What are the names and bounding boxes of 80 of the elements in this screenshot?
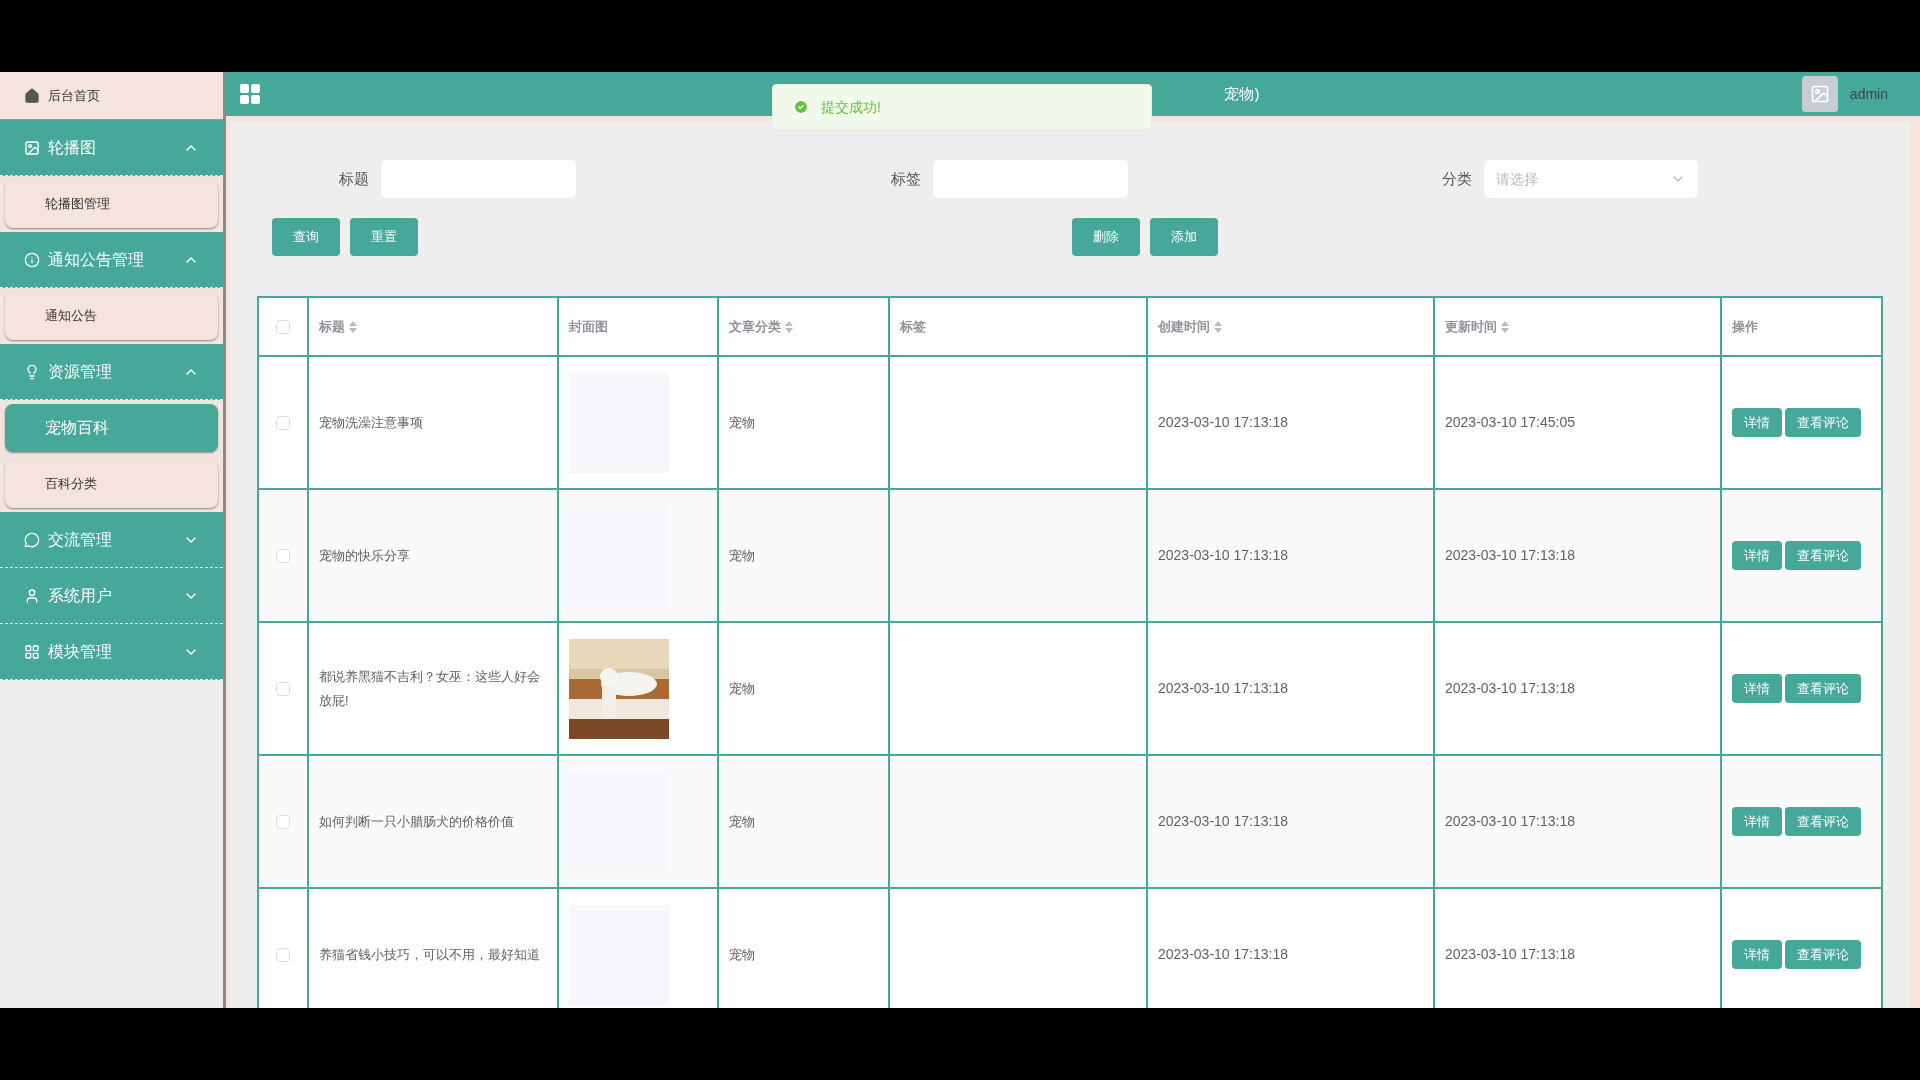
table-cell-text: 宠物洗澡注意事项 bbox=[319, 413, 424, 432]
table-cell-text: 宠物 bbox=[729, 812, 755, 831]
check-circle-icon bbox=[793, 99, 809, 115]
column-header: 封面图 bbox=[569, 317, 608, 336]
menu-group[interactable]: 交流管理 bbox=[0, 512, 223, 568]
select-field[interactable]: 请选择 bbox=[1484, 160, 1698, 198]
menu-group[interactable]: 系统用户 bbox=[0, 568, 223, 624]
action-button[interactable]: 查看评论 bbox=[1785, 940, 1861, 969]
table-cell-text: 都说养黑猫不吉利？女巫：这些人好会放屁! bbox=[319, 667, 541, 710]
table-cell-text: 2023-03-10 17:13:18 bbox=[1158, 945, 1288, 964]
column-header: 标题 bbox=[319, 317, 345, 336]
chat-bubble-icon bbox=[24, 531, 40, 548]
action-button[interactable]: 详情 bbox=[1732, 541, 1782, 570]
column-header: 操作 bbox=[1732, 317, 1758, 336]
checkbox[interactable] bbox=[276, 947, 290, 962]
submenu-item[interactable]: 宠物百科 bbox=[5, 404, 218, 452]
sort-icon[interactable] bbox=[1501, 320, 1509, 333]
table-cell-text: 2023-03-10 17:13:18 bbox=[1445, 679, 1575, 698]
menu-group[interactable]: 通知公告管理 bbox=[0, 232, 223, 288]
table-cell-text: 宠物 bbox=[729, 945, 755, 964]
table-cell-text: 2023-03-10 17:13:18 bbox=[1158, 679, 1288, 698]
checkbox[interactable] bbox=[276, 681, 290, 696]
table-cell-text: 宠物 bbox=[729, 546, 755, 565]
menu-group[interactable]: 轮播图 bbox=[0, 120, 223, 176]
column-header: 文章分类 bbox=[729, 317, 781, 336]
picture-frame-icon bbox=[24, 139, 40, 156]
checkbox[interactable] bbox=[276, 814, 290, 829]
field-label: 标题 bbox=[338, 168, 369, 189]
field-label: 标签 bbox=[889, 168, 921, 189]
sort-icon[interactable] bbox=[1214, 320, 1222, 333]
table-cell-text: 如何判断一只小腊肠犬的价格价值 bbox=[319, 812, 515, 831]
page-title: 宠物) bbox=[1224, 83, 1260, 104]
grid-icon bbox=[24, 643, 40, 660]
info-icon bbox=[24, 251, 40, 268]
field-label: 分类 bbox=[1441, 168, 1472, 189]
checkbox[interactable] bbox=[276, 548, 290, 563]
action-button[interactable]: 查看评论 bbox=[1785, 674, 1861, 703]
action-button[interactable]: 添加 bbox=[1150, 218, 1218, 256]
grid-icon[interactable] bbox=[238, 82, 262, 106]
action-button[interactable]: 详情 bbox=[1732, 940, 1782, 969]
action-button[interactable]: 详情 bbox=[1732, 674, 1782, 703]
action-button[interactable]: 详情 bbox=[1732, 807, 1782, 836]
table-cell-text: 2023-03-10 17:13:18 bbox=[1445, 546, 1575, 565]
sort-icon[interactable] bbox=[349, 320, 357, 333]
sort-icon[interactable] bbox=[785, 320, 793, 333]
image-icon bbox=[1809, 84, 1830, 104]
username: admin bbox=[1849, 84, 1888, 104]
user-icon bbox=[24, 587, 40, 604]
table-cell-text: 2023-03-10 17:13:18 bbox=[1158, 812, 1288, 831]
action-button[interactable]: 查看评论 bbox=[1785, 541, 1861, 570]
action-button[interactable]: 删除 bbox=[1072, 218, 1140, 256]
column-header: 标签 bbox=[900, 317, 926, 336]
table-cell-text: 2023-03-10 17:45:05 bbox=[1445, 413, 1575, 432]
submenu-item[interactable]: 轮播图管理 bbox=[5, 180, 218, 228]
menu-group[interactable]: 模块管理 bbox=[0, 624, 223, 680]
sidebar-item[interactable]: 后台首页 bbox=[0, 72, 223, 120]
lightbulb-icon bbox=[24, 363, 40, 380]
avatar[interactable] bbox=[1801, 76, 1838, 112]
table-cell-text: 宠物的快乐分享 bbox=[319, 546, 411, 565]
submenu-item[interactable]: 通知公告 bbox=[5, 292, 218, 340]
table-cell-text: 2023-03-10 17:13:18 bbox=[1158, 413, 1288, 432]
checkbox[interactable] bbox=[276, 415, 290, 430]
action-button[interactable]: 详情 bbox=[1732, 408, 1782, 437]
home-icon bbox=[24, 87, 40, 104]
action-button[interactable]: 查询 bbox=[272, 218, 340, 256]
column-header: 更新时间 bbox=[1445, 317, 1497, 336]
checkbox[interactable] bbox=[276, 319, 290, 334]
action-button[interactable]: 查看评论 bbox=[1785, 807, 1861, 836]
toast: 提交成功! bbox=[772, 84, 1152, 130]
table-cell-text: 2023-03-10 17:13:18 bbox=[1445, 945, 1575, 964]
table-cell-text: 2023-03-10 17:13:18 bbox=[1445, 812, 1575, 831]
column-header: 创建时间 bbox=[1158, 317, 1210, 336]
table-cell-text: 养猫省钱小技巧，可以不用，最好知道 bbox=[319, 945, 541, 964]
table-cell-text: 宠物 bbox=[729, 413, 755, 432]
submenu-item[interactable]: 百科分类 bbox=[5, 460, 218, 508]
table-cell-text: 宠物 bbox=[729, 679, 755, 698]
menu-group[interactable]: 资源管理 bbox=[0, 344, 223, 400]
action-button[interactable]: 查看评论 bbox=[1785, 408, 1861, 437]
table-cell-text: 2023-03-10 17:13:18 bbox=[1158, 546, 1288, 565]
action-button[interactable]: 重置 bbox=[350, 218, 418, 256]
